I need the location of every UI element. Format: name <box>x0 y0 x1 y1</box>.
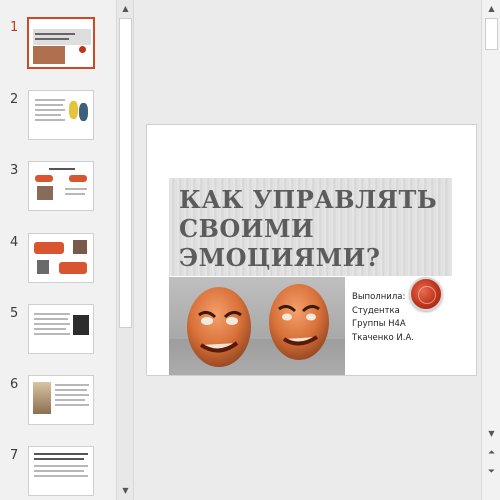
thumb-red-box <box>34 242 64 254</box>
thumb-text-line <box>35 104 63 106</box>
thumb-photo <box>33 46 65 64</box>
decorative-seal-icon <box>409 277 443 311</box>
thumbnail-scrollbar[interactable]: ▲ ▼ <box>116 0 134 500</box>
thumb-text-line <box>65 188 87 190</box>
thumb-text-line <box>34 470 84 472</box>
thumb-title-band <box>33 29 91 45</box>
thumb-text-line <box>55 389 87 391</box>
thumbnail-number: 7 <box>10 448 19 463</box>
thumbnail-4[interactable]: 4 <box>0 233 116 293</box>
thumb-text-line <box>35 114 61 116</box>
thumb-text-line <box>35 119 65 121</box>
thumbnail-slide-preview[interactable] <box>28 304 94 354</box>
author-line: Ткаченко И.А. <box>352 332 414 343</box>
thumb-red-box <box>35 175 53 182</box>
next-slide-icon[interactable]: ⏷ <box>485 466 498 478</box>
thumb-text-line <box>34 323 70 325</box>
slide-thumbnail-pane: 1 2 3 4 5 6 7 <box>0 0 116 500</box>
thumb-text-line <box>34 475 88 477</box>
thumb-text-line <box>34 318 68 320</box>
current-slide[interactable]: КАК УПРАВЛЯТЬ СВОИМИ ЭМОЦИЯМИ? Выполнила… <box>146 124 477 376</box>
thumb-text-line <box>55 394 89 396</box>
scroll-up-icon[interactable]: ▲ <box>485 3 498 15</box>
thumbnail-6[interactable]: 6 <box>0 375 116 435</box>
thumbnail-number: 1 <box>10 20 19 35</box>
thumb-text-line <box>34 333 70 335</box>
thumb-seal <box>79 46 86 53</box>
thumbnail-2[interactable]: 2 <box>0 90 116 150</box>
previous-slide-icon[interactable]: ⏶ <box>485 447 498 459</box>
author-line: Студентка <box>352 305 400 316</box>
masks-image <box>169 284 345 375</box>
thumbnail-number: 3 <box>10 163 19 178</box>
thumbnail-5[interactable]: 5 <box>0 304 116 364</box>
thumbnail-slide-preview[interactable] <box>27 17 95 69</box>
thumb-text-line <box>55 404 89 406</box>
thumbnail-7[interactable]: 7 <box>0 446 116 500</box>
thumb-red-box <box>59 262 87 274</box>
thumbnail-slide-preview[interactable] <box>28 161 94 211</box>
thumb-photo <box>73 240 87 254</box>
masks-photo <box>169 277 345 375</box>
scroll-up-icon[interactable]: ▲ <box>119 3 132 15</box>
thumb-text-line <box>55 384 89 386</box>
thumb-text-line <box>34 465 88 467</box>
thumbnail-number: 4 <box>10 235 19 250</box>
thumb-text-line <box>34 328 66 330</box>
thumb-mask-blue <box>79 103 88 121</box>
thumb-heading-line <box>34 453 88 455</box>
thumbnail-1[interactable]: 1 <box>0 17 116 78</box>
thumbnail-slide-preview[interactable] <box>28 90 94 140</box>
author-block[interactable]: Выполнила: Студентка Группы Н4А Ткаченко… <box>352 291 414 345</box>
thumbnail-slide-preview[interactable] <box>28 375 94 425</box>
thumbnail-slide-preview[interactable] <box>28 233 94 283</box>
scrollbar-thumb[interactable] <box>485 18 498 50</box>
thumb-photo <box>33 382 51 414</box>
author-line: Выполнила: <box>352 292 406 302</box>
thumb-heading-line <box>34 458 84 460</box>
thumbnail-number: 6 <box>10 377 19 392</box>
thumb-text-line <box>35 109 65 111</box>
thumb-photo <box>37 186 53 200</box>
thumb-text-line <box>35 99 65 101</box>
thumb-photo <box>37 260 49 274</box>
thumbnail-number: 2 <box>10 92 19 107</box>
thumb-text-line <box>55 399 85 401</box>
author-line: Группы Н4А <box>352 319 406 329</box>
thumbnail-slide-preview[interactable] <box>28 446 94 496</box>
thumbnail-3[interactable]: 3 <box>0 161 116 221</box>
scrollbar-thumb[interactable] <box>119 18 132 328</box>
thumb-heading-line <box>49 168 75 170</box>
thumb-text-line <box>65 193 85 195</box>
thumbnail-number: 5 <box>10 306 19 321</box>
thumb-text-line <box>34 313 70 315</box>
thumb-title-line <box>35 33 75 35</box>
scroll-down-icon[interactable]: ▼ <box>485 428 498 440</box>
thumb-title-line <box>35 38 69 40</box>
editor-scrollbar[interactable]: ▲ ▼ ⏶ ⏷ <box>481 0 500 500</box>
thumb-photo <box>73 315 89 335</box>
thumb-red-box <box>69 175 87 182</box>
scroll-down-icon[interactable]: ▼ <box>119 485 132 497</box>
thumb-mask-yellow <box>69 101 78 119</box>
slide-title[interactable]: КАК УПРАВЛЯТЬ СВОИМИ ЭМОЦИЯМИ? <box>179 185 449 272</box>
